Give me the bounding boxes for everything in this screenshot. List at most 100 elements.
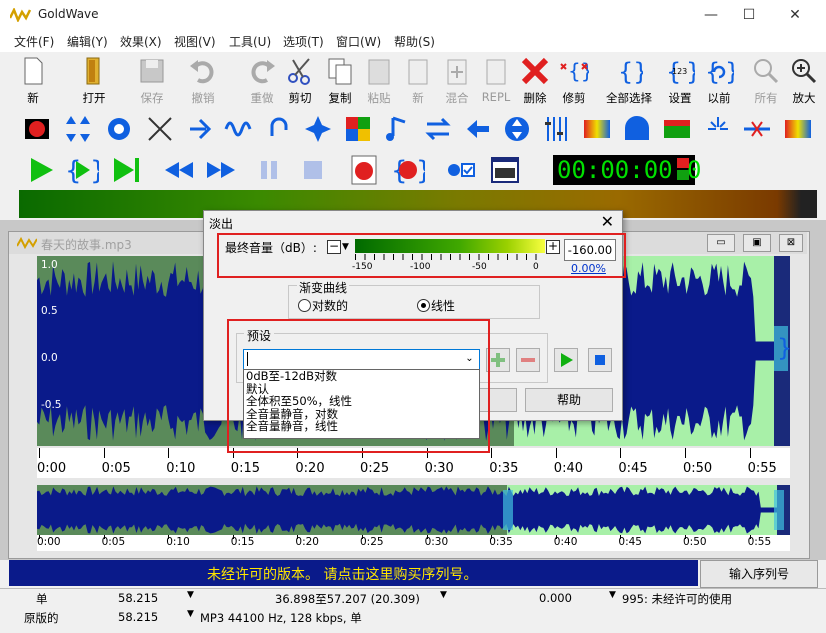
- mix-button[interactable]: 混合: [435, 56, 479, 108]
- preview-stop-button[interactable]: [588, 348, 612, 372]
- svg-text:123: 123: [672, 67, 687, 76]
- play-to-end-icon[interactable]: [108, 154, 142, 186]
- ruler-tick: [39, 448, 40, 458]
- menu-options[interactable]: 选项(T): [283, 33, 324, 50]
- play-icon[interactable]: [25, 154, 59, 186]
- dialog-close-button[interactable]: ✕: [601, 212, 614, 231]
- curve-log-radio[interactable]: [298, 299, 311, 312]
- replace-button[interactable]: REPL: [474, 56, 518, 108]
- play-selection-icon[interactable]: {}: [65, 154, 99, 186]
- menu-effects[interactable]: 效果(X): [120, 33, 162, 50]
- loop-icon[interactable]: [264, 114, 294, 144]
- spectrum-icon[interactable]: [582, 114, 612, 144]
- arch-icon[interactable]: [622, 114, 652, 144]
- save-button[interactable]: 保存: [130, 56, 174, 108]
- curve-log-label[interactable]: 对数的: [312, 297, 348, 314]
- play-icon: [561, 353, 573, 367]
- menu-help[interactable]: 帮助(S): [394, 33, 435, 50]
- menu-tools[interactable]: 工具(U): [229, 33, 271, 50]
- ruler-label: 0:55: [747, 536, 772, 548]
- zoom-in-button[interactable]: 放大: [782, 56, 826, 108]
- enter-serial-button[interactable]: 输入序列号: [700, 560, 818, 588]
- timer-indicator-red: [677, 158, 689, 168]
- copy-icon: [328, 58, 352, 85]
- status-format: MP3 44100 Hz, 128 kbps, 单: [200, 611, 362, 625]
- filter-icon[interactable]: [145, 114, 175, 144]
- open-folder-icon: [86, 57, 100, 85]
- visual-window-icon[interactable]: [488, 154, 522, 186]
- maximize-button[interactable]: ☐: [726, 0, 772, 30]
- goldwave-logo-icon: [10, 8, 32, 22]
- undo-button[interactable]: 撤销: [181, 56, 225, 108]
- open-button[interactable]: 打开: [72, 56, 116, 108]
- menu-view[interactable]: 视图(V): [174, 33, 216, 50]
- record-selection-icon[interactable]: {}: [391, 154, 425, 186]
- ruler-label: 0:00: [37, 536, 61, 548]
- menu-edit[interactable]: 编辑(Y): [67, 33, 108, 50]
- volume-arrows-icon[interactable]: [63, 114, 93, 144]
- trim-button[interactable]: {}修剪: [552, 56, 596, 108]
- paste-button[interactable]: 粘贴: [357, 56, 401, 108]
- unlicensed-banner[interactable]: 未经许可的版本。 请点击这里购买序列号。: [9, 560, 698, 586]
- close-button[interactable]: ✕: [772, 0, 818, 30]
- minus-icon: [521, 358, 535, 362]
- curve-label: 渐变曲线: [297, 279, 350, 296]
- dialog-title: 淡出: [209, 217, 234, 231]
- color-bars-icon[interactable]: [783, 114, 813, 144]
- paste-new-icon: [408, 59, 428, 85]
- echo-icon[interactable]: [104, 114, 134, 144]
- music-note-icon[interactable]: [383, 114, 413, 144]
- swap-icon[interactable]: [423, 114, 453, 144]
- stop-icon[interactable]: [296, 154, 330, 186]
- status-selection: 36.898至57.207 (20.309): [275, 592, 420, 606]
- fast-forward-icon[interactable]: [204, 154, 238, 186]
- previous-button[interactable]: {}以前: [697, 56, 741, 108]
- status-dropdown-arrow[interactable]: ▼: [187, 590, 194, 600]
- select-all-button[interactable]: {}全部选择: [606, 56, 652, 108]
- spectrum-bars-icon[interactable]: [662, 114, 692, 144]
- record-new-icon[interactable]: [347, 154, 381, 186]
- preview-play-button[interactable]: [554, 348, 578, 372]
- doc-maximize-button[interactable]: ▣: [743, 234, 771, 252]
- status-selection-arrow[interactable]: ▼: [440, 590, 447, 600]
- transport-toolbar: {} {}: [0, 150, 826, 190]
- scissors-icon: [288, 58, 310, 85]
- previous-icon: {}: [705, 58, 734, 86]
- left-arrow-icon[interactable]: [463, 114, 493, 144]
- ruler-tick: [620, 535, 622, 539]
- spark-icon[interactable]: [703, 114, 733, 144]
- ruler-tick: [685, 535, 686, 539]
- copy-button[interactable]: 复制: [318, 56, 362, 108]
- wave-effect-icon[interactable]: [224, 114, 254, 144]
- ruler-tick: [168, 448, 170, 458]
- status-position-arrow[interactable]: ▼: [609, 590, 616, 600]
- menu-window[interactable]: 窗口(W): [336, 33, 381, 50]
- delete-button[interactable]: 删除: [513, 56, 557, 108]
- curve-linear-label[interactable]: 线性: [431, 297, 455, 314]
- rewind-icon[interactable]: [162, 154, 196, 186]
- cut-button[interactable]: 剪切: [278, 56, 322, 108]
- menu-file[interactable]: 文件(F): [14, 33, 54, 50]
- help-button[interactable]: 帮助: [525, 388, 613, 412]
- compress-icon[interactable]: [502, 114, 532, 144]
- equalizer-icon[interactable]: [542, 114, 572, 144]
- status-bar: 单 58.215 ▼ 36.898至57.207 (20.309) ▼ 0.00…: [0, 588, 826, 633]
- control-properties-icon[interactable]: [444, 154, 478, 186]
- trim-silence-icon[interactable]: [742, 114, 772, 144]
- colorful-effect-icon[interactable]: [343, 114, 373, 144]
- doc-close-button[interactable]: ⊠: [779, 234, 803, 252]
- waveform-overview[interactable]: [37, 485, 790, 535]
- star-effect-icon[interactable]: [303, 114, 333, 144]
- trim-icon: {}: [560, 59, 589, 83]
- set-button[interactable]: {123}设置: [658, 56, 702, 108]
- stop-sign-icon[interactable]: [22, 114, 52, 144]
- new-button[interactable]: 新: [11, 56, 55, 108]
- ruler-label: 0:45: [618, 536, 642, 548]
- status-original-arrow[interactable]: ▼: [187, 609, 194, 619]
- remove-preset-button[interactable]: [516, 348, 540, 372]
- pause-icon[interactable]: [252, 154, 286, 186]
- fade-icon[interactable]: [186, 114, 216, 144]
- paste-new-button[interactable]: 新: [396, 56, 440, 108]
- doc-minimize-button[interactable]: ▭: [707, 234, 735, 252]
- curve-linear-radio[interactable]: [417, 299, 430, 312]
